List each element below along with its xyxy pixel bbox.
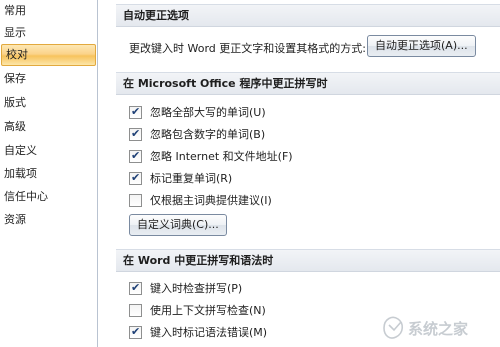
option-label: 忽略包含数字的单词(B) — [150, 128, 266, 141]
check-mark-icon: ✔ — [131, 105, 141, 118]
panel-gap — [98, 0, 114, 347]
contextual-spelling-checkbox[interactable] — [129, 304, 142, 317]
check-spelling-checkbox[interactable]: ✔ — [129, 282, 142, 295]
autocorrect-section-header: 自动更正选项 — [116, 4, 500, 27]
nav-item-resources[interactable]: 资源 — [0, 209, 97, 231]
check-mark-icon: ✔ — [131, 281, 141, 294]
proofing-panel: 自动更正选项 更改键入时 Word 更正文字和设置其格式的方式: 自动更正选项(… — [114, 0, 500, 347]
watermark-text: 系统之家 — [408, 320, 468, 338]
option-label: 使用上下文拼写检查(N) — [150, 304, 266, 317]
check-mark-icon: ✔ — [131, 149, 141, 162]
main-dictionary-only-checkbox[interactable] — [129, 194, 142, 207]
option-label: 忽略全部大写的单词(U) — [150, 106, 266, 119]
check-mark-icon: ✔ — [131, 127, 141, 140]
option-label: 键入时标记语法错误(M) — [150, 326, 268, 339]
option-label: 忽略 Internet 和文件地址(F) — [150, 150, 293, 163]
check-mark-icon: ✔ — [131, 171, 141, 184]
option-label: 标记重复单词(R) — [150, 172, 233, 185]
office-spelling-section-header: 在 Microsoft Office 程序中更正拼写时 — [116, 72, 500, 95]
mark-grammar-checkbox[interactable]: ✔ — [129, 326, 142, 339]
nav-item-layout[interactable]: 版式 — [0, 92, 97, 114]
nav-item-display[interactable]: 显示 — [0, 22, 97, 44]
nav-item-trust-center[interactable]: 信任中心 — [0, 186, 97, 208]
nav-item-addins[interactable]: 加载项 — [0, 163, 97, 185]
options-nav: 常用 显示 校对 保存 版式 高级 自定义 加载项 信任中心 资源 — [0, 0, 98, 347]
ignore-uppercase-checkbox[interactable]: ✔ — [129, 106, 142, 119]
flag-repeated-checkbox[interactable]: ✔ — [129, 172, 142, 185]
nav-item-proofing[interactable]: 校对 — [1, 44, 96, 66]
word-grammar-section-header: 在 Word 中更正拼写和语法时 — [116, 249, 500, 272]
ignore-internet-checkbox[interactable]: ✔ — [129, 150, 142, 163]
custom-dictionaries-button[interactable]: 自定义词典(C)... — [129, 214, 227, 236]
option-label: 键入时检查拼写(P) — [150, 282, 243, 295]
autocorrect-options-button[interactable]: 自动更正选项(A)... — [367, 35, 476, 57]
autocorrect-description: 更改键入时 Word 更正文字和设置其格式的方式: — [129, 42, 366, 55]
check-mark-icon: ✔ — [131, 325, 141, 338]
nav-item-general[interactable]: 常用 — [0, 0, 97, 22]
watermark-logo: 系统之家 — [383, 316, 468, 339]
option-label: 仅根据主词典提供建议(I) — [150, 194, 272, 207]
nav-item-advanced[interactable]: 高级 — [0, 116, 97, 138]
nav-item-save[interactable]: 保存 — [0, 68, 97, 90]
ignore-numbers-checkbox[interactable]: ✔ — [129, 128, 142, 141]
nav-item-customize[interactable]: 自定义 — [0, 140, 97, 162]
